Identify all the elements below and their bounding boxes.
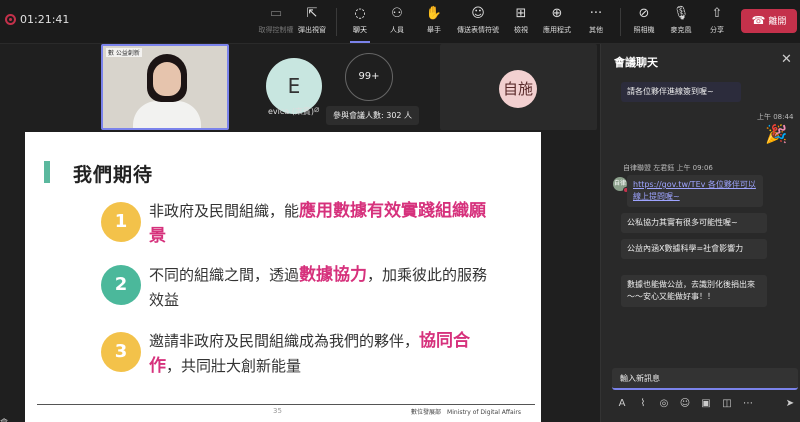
share-button[interactable]: ⇧ 分享 bbox=[695, 4, 739, 40]
slide-item: 不同的組織之間，透過數據協力，加乘彼此的服務效益 bbox=[149, 263, 497, 313]
ellipsis-icon: ··· bbox=[589, 6, 603, 21]
participant-name: evica (來賓) bbox=[268, 107, 314, 116]
raise-hand-button[interactable]: ✋ 舉手 bbox=[412, 4, 456, 40]
popout-button[interactable]: ⇱ 彈出視窗 bbox=[290, 4, 334, 40]
add-app-icon: ⊕ bbox=[551, 6, 563, 21]
presenter-body bbox=[133, 101, 201, 128]
slide-item: 邀請非政府及民間組織成為我們的夥伴，協同合作，共同壯大創新能量 bbox=[149, 329, 497, 379]
item-number-badge: 3 bbox=[101, 332, 141, 372]
shared-slide: 我們期待 1 非政府及民間組織，能應用數據有效實踐組織願景 2 不同的組織之間，… bbox=[25, 132, 541, 422]
party-popper-icon: 🎉 bbox=[765, 124, 788, 145]
more-button[interactable]: ··· 其他 bbox=[574, 4, 618, 40]
react-button[interactable]: ☺ 傳送表情符號 bbox=[456, 4, 500, 40]
popout-icon: ⇱ bbox=[306, 6, 318, 21]
participant-tile[interactable]: 自施 bbox=[440, 44, 597, 130]
toolbar-divider bbox=[620, 8, 621, 36]
compose-message-input[interactable]: 輸入新訊息 bbox=[612, 368, 798, 390]
item-text: 不同的組織之間，透過 bbox=[149, 266, 300, 284]
send-icon[interactable]: ➤ bbox=[783, 398, 797, 409]
meeting-chat-panel: 會議聊天 ✕ 請各位夥伴進線簽到喔~ 上午 08:44 🎉 自律聯盟 左君鈺 上… bbox=[600, 44, 800, 422]
loop-icon[interactable]: ◎ bbox=[657, 398, 671, 409]
org-name: 數位發展部 bbox=[411, 409, 442, 416]
slide-item: 非政府及民間組織，能應用數據有效實踐組織願景 bbox=[149, 199, 497, 249]
corner-label: 會 bbox=[0, 417, 8, 422]
chat-link[interactable]: https://gov.tw/TEv bbox=[633, 180, 705, 189]
slide-footer-org: 數位發展部 Ministry of Digital Affairs bbox=[411, 407, 527, 416]
item-text: 邀請非政府及民間組織成為我們的夥伴， bbox=[149, 332, 420, 350]
apps-button[interactable]: ⊕ 應用程式 bbox=[535, 4, 579, 40]
item-number-badge: 1 bbox=[101, 202, 141, 242]
message-sender-meta: 自律聯盟 左君鈺 上午 09:06 bbox=[623, 164, 713, 172]
meeting-stage: 數 公益創新 E evica (來賓) ⌀ 99+ 參與會議人數: 302 人 … bbox=[0, 44, 600, 422]
item-text: ，共同壯大創新能量 bbox=[166, 357, 302, 375]
format-icon[interactable]: A bbox=[615, 398, 629, 409]
presenter-video-tile[interactable]: 數 公益創新 bbox=[101, 44, 229, 130]
title-accent-bar bbox=[44, 161, 50, 183]
item-text: 非政府及民間組織，能 bbox=[149, 202, 300, 220]
close-icon[interactable]: ✕ bbox=[781, 52, 792, 67]
teams-meeting-window: 01:21:41 ▭ 取得控制權 ⇱ 彈出視窗 ◌ 聊天 ⚇ 人員 ✋ 舉手 ☺… bbox=[0, 0, 800, 422]
mic-off-icon: ⌀ bbox=[314, 105, 320, 115]
participant-avatar-zi: 自施 bbox=[499, 70, 537, 108]
participants-tooltip: 參與會議人數: 302 人 bbox=[326, 106, 420, 125]
toolbar-divider bbox=[336, 8, 337, 36]
chat-message: 數據也能做公益，去識別化後捐出來～～安心又能做好事！！ bbox=[621, 275, 767, 307]
attach-icon[interactable]: ⌇ bbox=[636, 398, 650, 409]
smiley-icon: ☺ bbox=[471, 6, 485, 21]
chat-message: 公私協力其實有很多可能性喔~ bbox=[621, 213, 767, 233]
share-icon: ⇧ bbox=[711, 6, 723, 21]
gif-icon[interactable]: ▣ bbox=[699, 398, 713, 409]
slide-title: 我們期待 bbox=[73, 164, 154, 186]
chat-message: 請各位夥伴進線簽到喔~ bbox=[621, 82, 741, 102]
more-options-icon[interactable]: ⋯ bbox=[741, 398, 755, 409]
sticker-icon[interactable]: ◫ bbox=[720, 398, 734, 409]
phone-icon: ☎ bbox=[751, 14, 766, 27]
org-name-en: Ministry of Digital Affairs bbox=[447, 409, 521, 416]
chat-message: https://gov.tw/TEv 各位夥伴可以線上提問喔~ bbox=[627, 175, 763, 207]
presenter-logo: 數 公益創新 bbox=[106, 48, 142, 57]
emoji-icon[interactable]: ☺ bbox=[678, 398, 692, 409]
message-timestamp: 上午 08:44 bbox=[757, 113, 794, 121]
more-participants-button[interactable]: 99+ bbox=[345, 53, 393, 101]
recording-icon bbox=[5, 14, 16, 25]
slide-footer-rule bbox=[37, 404, 535, 405]
slide-page-number: 35 bbox=[273, 407, 282, 415]
chat-message: 公益內涵X數據科學=社會影響力 bbox=[621, 239, 767, 259]
item-highlight: 數據協力 bbox=[299, 265, 368, 285]
leave-button[interactable]: ☎ 離開 bbox=[741, 9, 797, 33]
chat-panel-title: 會議聊天 bbox=[614, 56, 658, 69]
meeting-timer: 01:21:41 bbox=[20, 13, 70, 26]
item-number-badge: 2 bbox=[101, 265, 141, 305]
hand-icon: ✋ bbox=[425, 6, 443, 21]
presenter-face bbox=[153, 62, 181, 96]
meeting-toolbar: 01:21:41 ▭ 取得控制權 ⇱ 彈出視窗 ◌ 聊天 ⚇ 人員 ✋ 舉手 ☺… bbox=[0, 0, 800, 44]
